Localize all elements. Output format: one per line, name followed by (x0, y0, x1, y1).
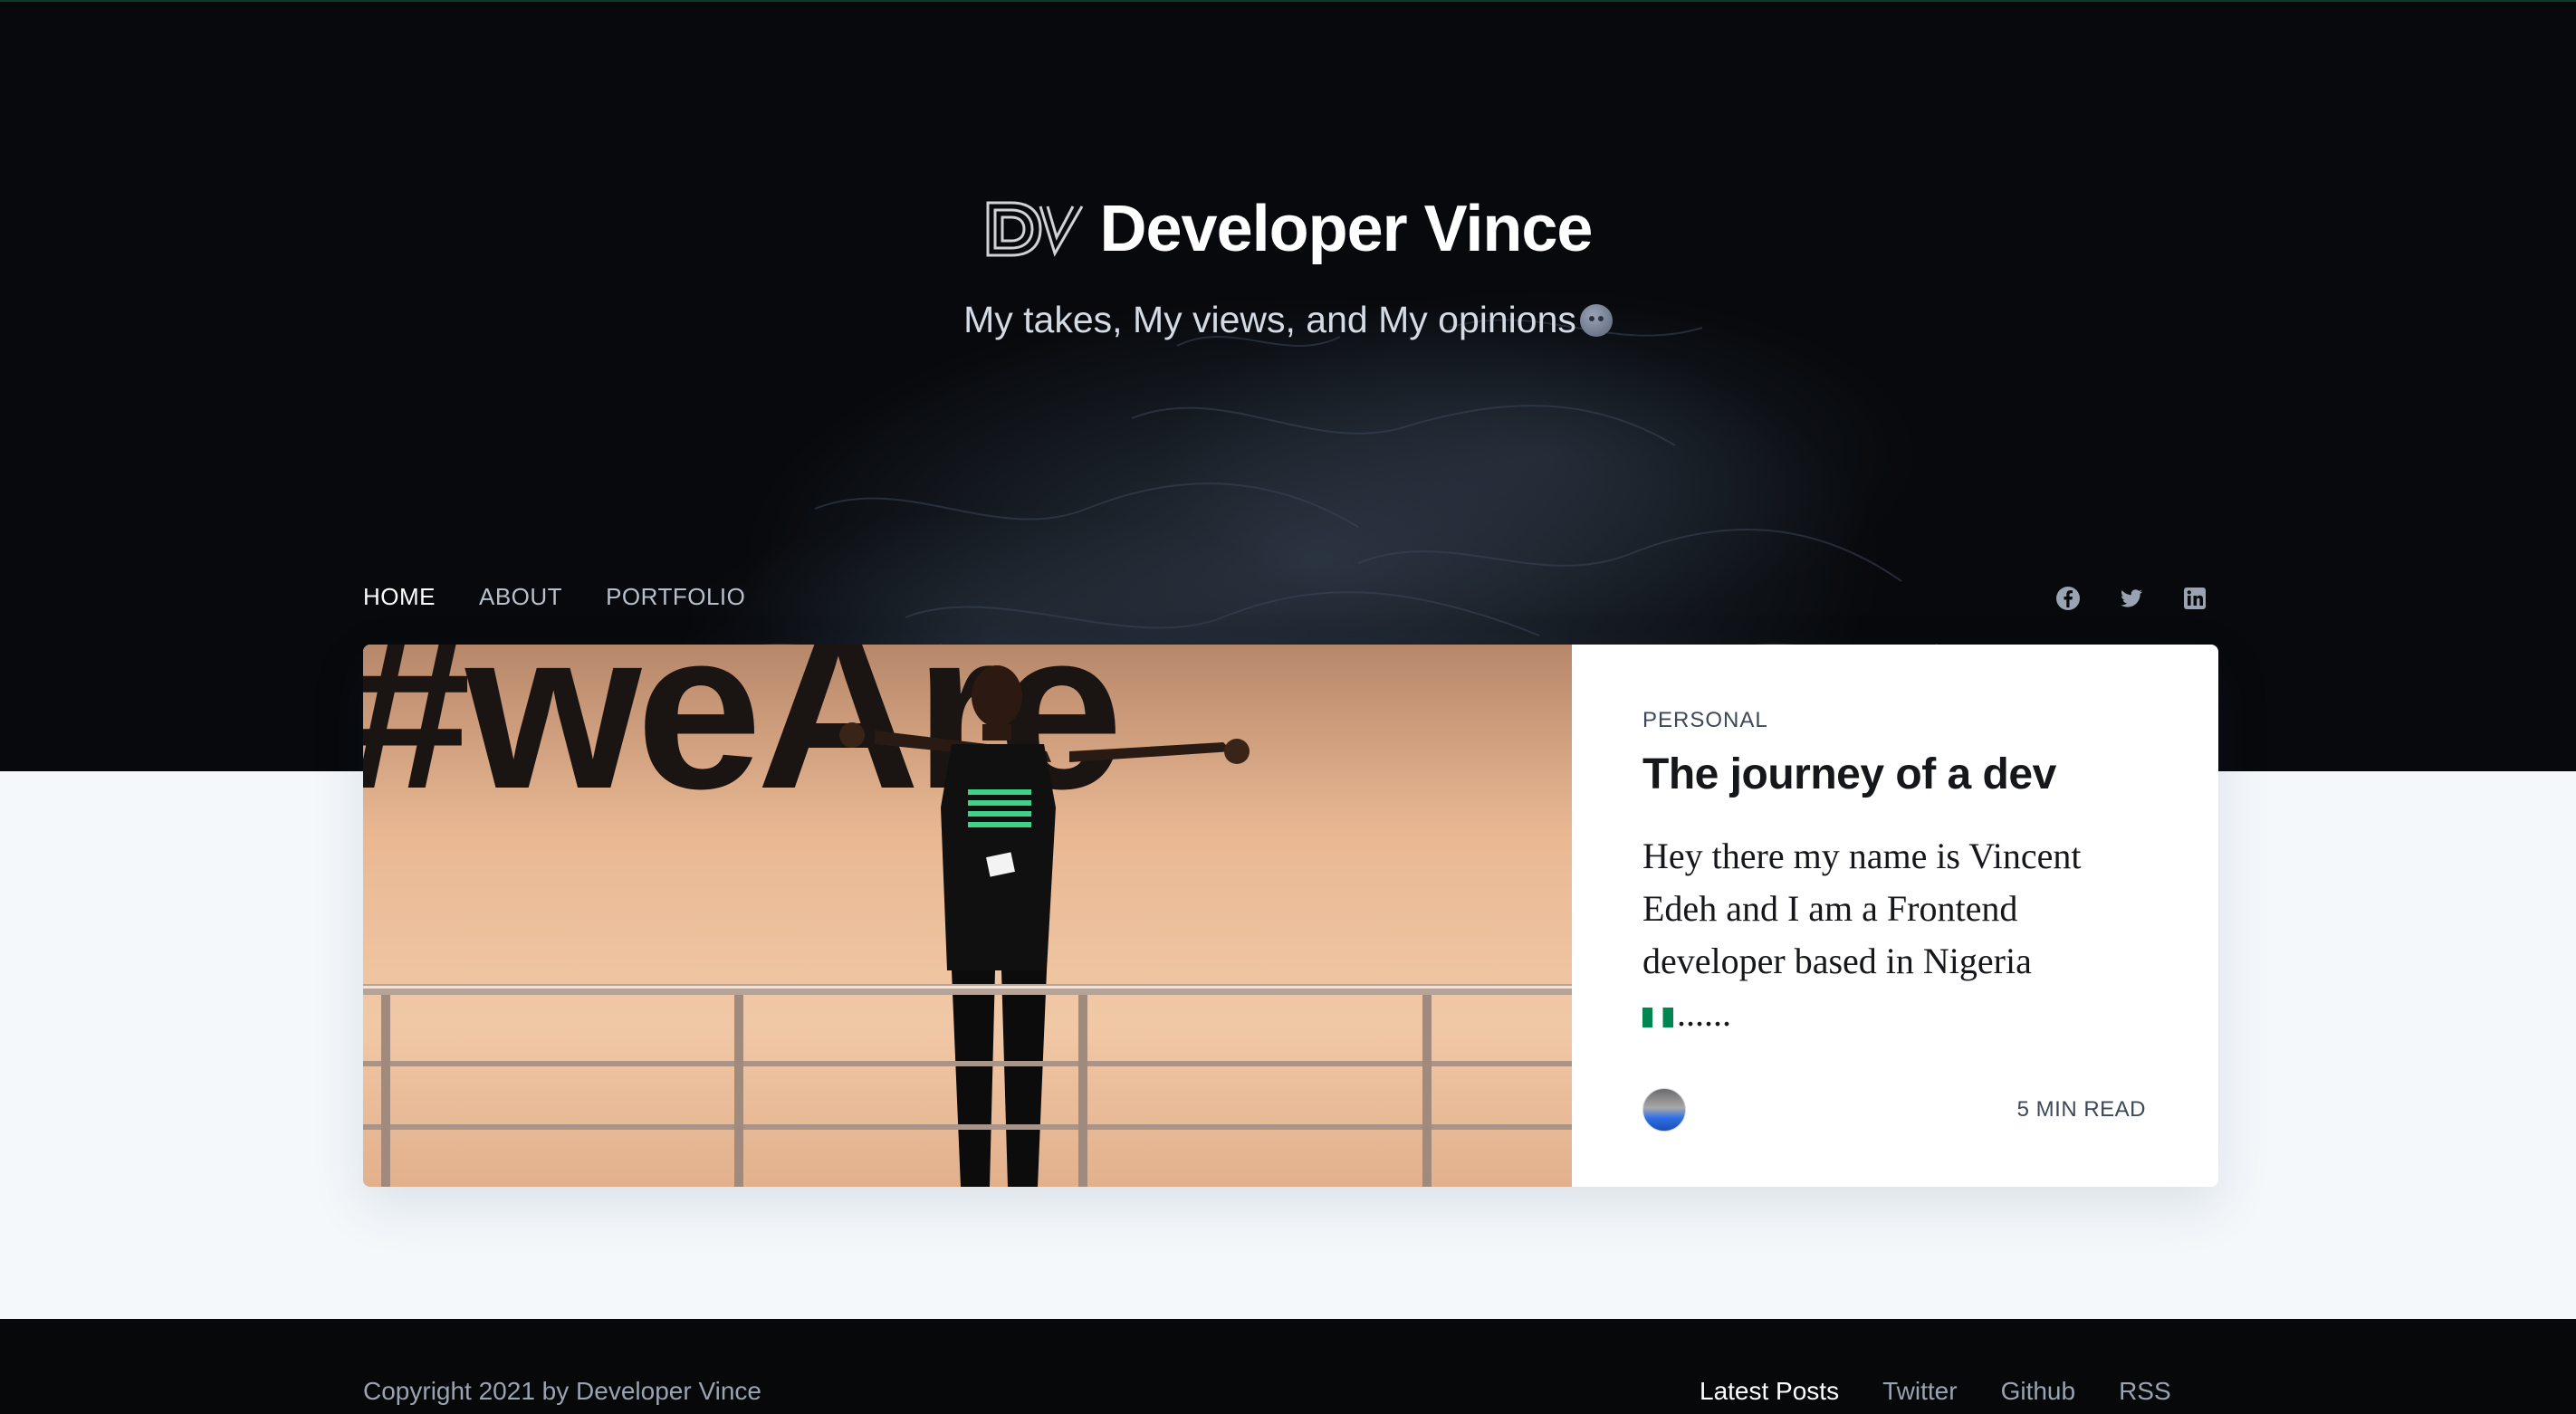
main-nav: HOME ABOUT PORTFOLIO (363, 583, 745, 611)
site-logo-icon (986, 201, 1083, 257)
footer-link-latest-posts[interactable]: Latest Posts (1700, 1377, 1839, 1406)
copyright-text: Copyright 2021 by Developer Vince (363, 1377, 761, 1405)
post-meta: 5 MIN READ (1642, 1088, 2146, 1132)
post-excerpt: Hey there my name is Vincent Edeh and I … (1642, 830, 2131, 1040)
feature-photo-illustration: #weAre (363, 645, 1572, 1187)
nav-item-about[interactable]: ABOUT (479, 583, 562, 611)
twitter-icon[interactable] (2119, 586, 2144, 611)
post-excerpt-ellipsis: ...... (1677, 993, 1731, 1034)
featured-post-card[interactable]: #weAre PERSONAL The journey of a dev Hey… (363, 645, 2218, 1187)
nav-item-home[interactable]: HOME (363, 583, 436, 611)
social-links (2055, 586, 2207, 611)
author-avatar[interactable] (1642, 1088, 1686, 1132)
post-tag[interactable]: PERSONAL (1642, 708, 2148, 733)
footer-link-github[interactable]: Github (2001, 1377, 2076, 1406)
read-time: 5 MIN READ (2016, 1097, 2146, 1122)
footer-link-twitter[interactable]: Twitter (1882, 1377, 1957, 1406)
tagline-text: My takes, My views, and My opinions (963, 299, 1576, 340)
post-excerpt-text: Hey there my name is Vincent Edeh and I … (1642, 836, 2082, 981)
site-title: Developer Vince (1099, 193, 1594, 265)
nav-item-portfolio[interactable]: PORTFOLIO (606, 583, 745, 611)
post-title[interactable]: The journey of a dev (1642, 750, 2148, 799)
facebook-icon[interactable] (2055, 586, 2081, 611)
post-content: PERSONAL The journey of a dev Hey there … (1572, 645, 2218, 1187)
post-feature-image[interactable]: #weAre (363, 645, 1572, 1187)
site-tagline: My takes, My views, and My opinions (0, 299, 2576, 341)
footer-nav: Latest Posts Twitter Github RSS (1700, 1377, 2171, 1406)
footer-link-rss[interactable]: RSS (2119, 1377, 2171, 1406)
site-brand[interactable]: Developer Vince (0, 192, 2576, 266)
linkedin-icon[interactable] (2182, 586, 2207, 611)
nigeria-flag-icon (1642, 1007, 1673, 1027)
face-emoji-icon (1579, 303, 1613, 337)
